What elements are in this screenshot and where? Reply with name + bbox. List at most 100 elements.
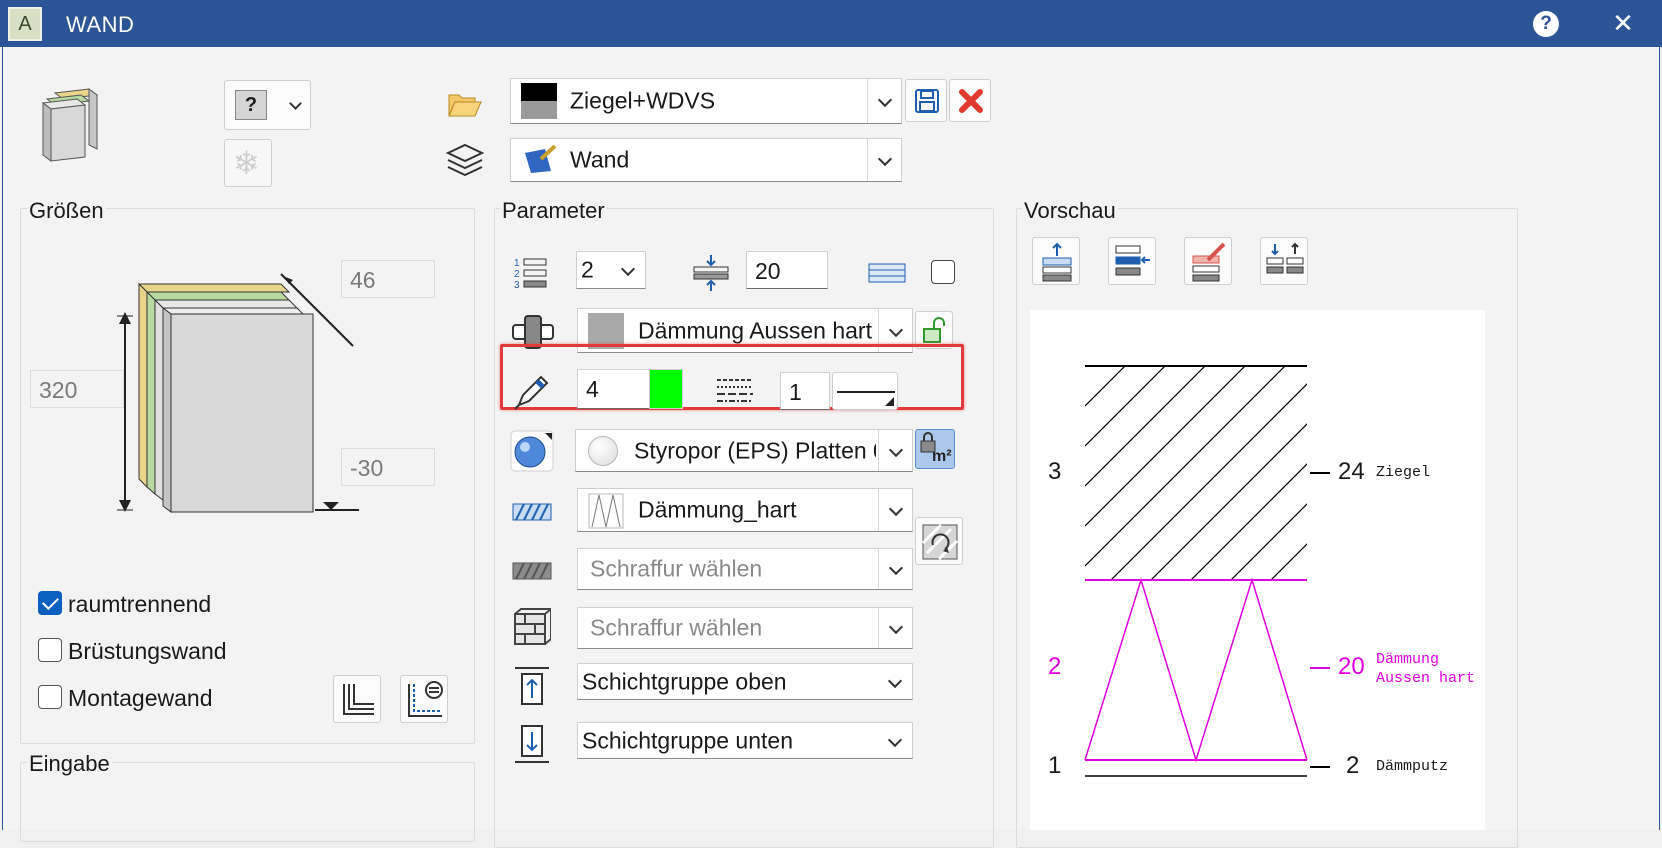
delete-layer-icon xyxy=(1192,242,1226,282)
save-button[interactable] xyxy=(905,79,947,122)
insulation-hatch-icon xyxy=(512,503,552,521)
hatch-select[interactable]: Dämmung_hart xyxy=(577,488,913,532)
layer-index-2: 2 xyxy=(1048,653,1062,680)
chevron-down-icon[interactable] xyxy=(867,139,901,181)
raumtrennend-label: raumtrennend xyxy=(68,591,212,617)
chevron-down-icon[interactable] xyxy=(611,252,645,288)
hatch3-placeholder: Schraffur wählen xyxy=(590,614,763,641)
bruestungswand-label: Brüstungswand xyxy=(68,638,227,664)
montagewand-checkbox[interactable] xyxy=(38,685,62,709)
layer-name-3: Ziegel xyxy=(1376,464,1431,481)
pen-color-swatch[interactable] xyxy=(649,369,683,409)
template-selector[interactable]: ? xyxy=(224,80,311,130)
area-lock-button[interactable]: m² xyxy=(915,429,955,469)
close-button[interactable]: ✕ xyxy=(1608,8,1638,38)
layer-thickness-icon xyxy=(693,255,729,291)
app-icon: A xyxy=(8,7,42,41)
layers-icon[interactable] xyxy=(445,142,485,180)
hatch-preview xyxy=(588,493,624,529)
sizes-group-label: Größen xyxy=(27,198,106,224)
hatch2-placeholder: Schraffur wählen xyxy=(590,555,763,582)
chevron-down-icon[interactable] xyxy=(878,549,912,589)
offset-field[interactable]: -30 xyxy=(341,448,435,486)
question-icon: ? xyxy=(235,90,267,120)
layer-count-icon: 1 2 3 xyxy=(514,258,547,291)
layer-name-2: Dämmung Aussen hart xyxy=(1376,650,1475,688)
thickness-field[interactable]: 46 xyxy=(341,260,435,298)
chevron-down-icon[interactable] xyxy=(878,430,912,471)
surface-sphere-icon[interactable] xyxy=(510,430,554,472)
chevron-down-icon[interactable] xyxy=(867,79,901,123)
corner-icon xyxy=(343,684,374,715)
material-preset-select[interactable]: Ziegel+WDVS xyxy=(510,78,902,124)
hatch-gray-icon xyxy=(512,562,552,580)
wall-settings-button[interactable] xyxy=(400,675,448,723)
surface-preview xyxy=(588,436,618,466)
hatch-value: Dämmung_hart xyxy=(638,496,797,523)
layer-group-bottom-value: Schichtgruppe unten xyxy=(582,727,793,753)
pen-icon xyxy=(514,375,549,410)
pen-number-field[interactable]: 4 xyxy=(577,369,651,409)
layer-thickness-3: 24 xyxy=(1338,458,1365,485)
svg-text:2: 2 xyxy=(514,269,520,280)
raumtrennend-checkbox[interactable] xyxy=(38,591,62,615)
layer-settings-icon xyxy=(408,681,443,717)
line-preview xyxy=(837,391,895,393)
layer-group-top-select[interactable]: Schichtgruppe oben xyxy=(577,663,913,700)
surface-value: Styropor (EPS) Platten 01 xyxy=(634,437,876,463)
layer-count-select[interactable]: 2 xyxy=(576,251,646,289)
layer-value: Wand xyxy=(570,146,630,173)
layer-select[interactable]: Wand xyxy=(510,138,902,182)
svg-text:1: 1 xyxy=(514,258,520,269)
layer-thickness-2: 20 xyxy=(1338,653,1365,680)
hatch-rotate-icon xyxy=(921,523,959,561)
swap-layers-button[interactable] xyxy=(1260,237,1308,285)
save-icon xyxy=(915,89,939,113)
layer-thickness-1: 2 xyxy=(1346,752,1360,779)
hatch-pattern-icon xyxy=(868,263,906,283)
folder-open-icon[interactable] xyxy=(447,91,483,119)
add-layer-above-button[interactable] xyxy=(1032,237,1080,285)
hatch-rotate-button[interactable] xyxy=(915,517,963,565)
brick-pattern-icon xyxy=(514,608,551,645)
chevron-down-icon[interactable] xyxy=(878,664,912,699)
dialog-body: ? ❄ Ziegel+WDVS Wand Größen 46 320 -30 r… xyxy=(2,47,1660,848)
chevron-down-icon[interactable] xyxy=(878,489,912,531)
height-field[interactable]: 320 xyxy=(30,370,124,408)
input-group-label: Eingabe xyxy=(27,751,112,777)
layer-index-3: 3 xyxy=(1048,458,1062,485)
insert-layer-button[interactable] xyxy=(1108,237,1156,285)
freeze-button[interactable]: ❄ xyxy=(224,139,272,187)
wall-3d-icon xyxy=(37,87,107,162)
preset-value: Ziegel+WDVS xyxy=(570,87,716,114)
layer-name-1: Dämmputz xyxy=(1376,758,1449,775)
chevron-down-icon xyxy=(289,97,302,110)
bruestungswand-checkbox[interactable] xyxy=(38,638,62,662)
chevron-down-icon[interactable] xyxy=(878,608,912,648)
layer-name-2-line1: Dämmung xyxy=(1376,651,1440,668)
help-button[interactable]: ? xyxy=(1533,11,1559,37)
title-bar: A WAND ? ✕ xyxy=(0,0,1662,47)
layer-group-bottom-select[interactable]: Schichtgruppe unten xyxy=(577,722,913,759)
wall-corner-button[interactable] xyxy=(333,675,381,723)
add-layer-above-icon xyxy=(1042,242,1072,282)
corner-arrow-icon xyxy=(885,397,894,406)
layer-group-top-icon xyxy=(515,667,549,705)
chevron-down-icon[interactable] xyxy=(878,723,912,758)
layer-thickness-field[interactable]: 20 xyxy=(746,251,828,289)
preset-swatch xyxy=(521,83,557,119)
preview-group-label: Vorschau xyxy=(1022,198,1118,224)
wall-size-diagram xyxy=(103,272,373,517)
layer-option-checkbox[interactable] xyxy=(931,260,955,284)
hatch2-select[interactable]: Schraffur wählen xyxy=(577,548,913,590)
line-type-field[interactable]: 1 xyxy=(780,372,830,410)
delete-x-icon xyxy=(959,89,983,113)
surface-select[interactable]: Styropor (EPS) Platten 01 xyxy=(575,429,913,472)
delete-layer-button[interactable] xyxy=(1184,237,1232,285)
preview-drawing xyxy=(1084,365,1330,777)
hatch3-select[interactable]: Schraffur wählen xyxy=(577,607,913,649)
line-style-select[interactable] xyxy=(832,372,898,410)
svg-text:3: 3 xyxy=(514,280,520,291)
delete-button[interactable] xyxy=(949,79,991,122)
layer-wall-icon xyxy=(525,145,557,173)
